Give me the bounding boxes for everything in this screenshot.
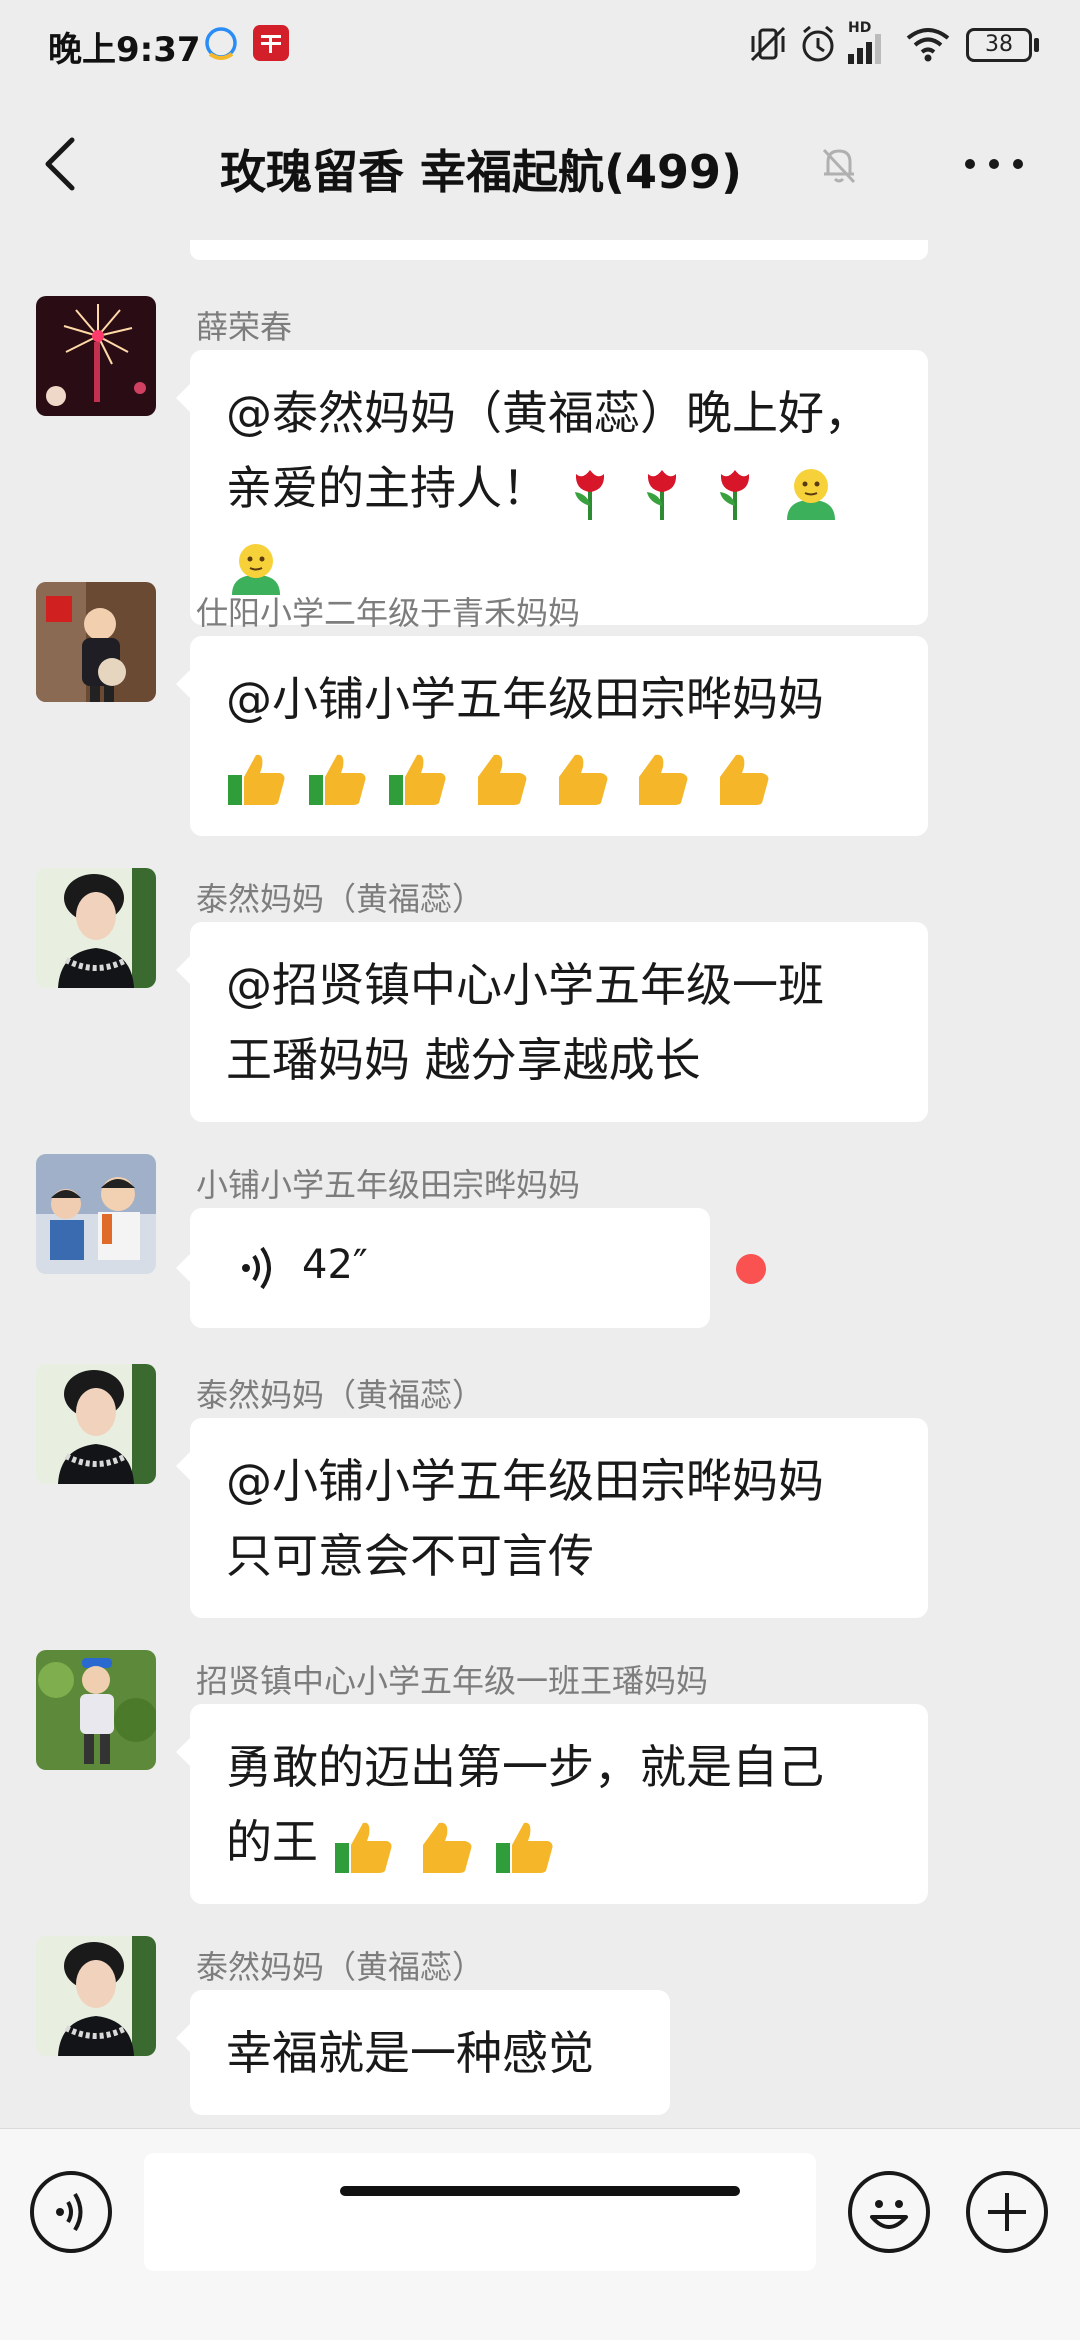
home-indicator <box>340 2186 740 2196</box>
sender-name: 泰然妈妈（黄福蕊） <box>196 1948 485 1986</box>
woman-avatar-image <box>36 868 156 988</box>
mute-bell-icon <box>822 148 856 184</box>
avatar[interactable] <box>36 868 156 988</box>
voice-input-button[interactable] <box>30 2171 112 2253</box>
emoji-line <box>226 737 892 812</box>
emoji-button[interactable] <box>848 2171 930 2253</box>
message-text-line: 亲爱的主持人！ <box>226 451 892 601</box>
signal-icon <box>848 34 881 64</box>
thumbs-up-icon <box>719 754 769 805</box>
battery-level: 38 <box>985 32 1013 57</box>
thumbs-up-icon <box>228 754 285 805</box>
sender-name: 泰然妈妈（黄福蕊） <box>196 1376 485 1414</box>
qq-notification-icon <box>205 27 237 60</box>
unread-voice-dot <box>736 1254 766 1284</box>
voice-input-icon <box>56 2192 83 2232</box>
voice-wave-icon <box>242 1246 271 1290</box>
chat-message-list[interactable]: 薛荣春 @泰然妈妈（黄福蕊）晚上好， 亲爱的主持人！ 仕阳小学二年级于青禾妈妈 … <box>0 240 1080 2128</box>
input-bar <box>0 2128 1080 2340</box>
sender-name: 招贤镇中心小学五年级一班王璠妈妈 <box>196 1662 709 1700</box>
voice-message-bubble[interactable]: 42″ <box>176 1208 710 1328</box>
avatar[interactable] <box>36 296 156 416</box>
battery-tip <box>1034 38 1039 52</box>
woman-avatar-image <box>36 1936 156 2056</box>
message-text-line: @招贤镇中心小学五年级一班 <box>226 958 824 1012</box>
status-bar: 晚上9:37 HD 38 <box>0 0 1080 90</box>
message-bubble[interactable]: @小铺小学五年级田宗晔妈妈 <box>176 636 928 836</box>
sender-name: 薛荣春 <box>196 308 293 346</box>
message-text-line: @泰然妈妈（黄福蕊）晚上好， <box>226 386 870 440</box>
status-time: 晚上9:37 <box>48 30 201 70</box>
app-notification-icon <box>253 25 289 61</box>
boys-avatar-image <box>36 1154 156 1274</box>
plus-icon <box>988 2193 1026 2231</box>
message-bubble[interactable]: @小铺小学五年级田宗晔妈妈 只可意会不可言传 <box>176 1418 928 1618</box>
message-bubble[interactable]: 勇敢的迈出第一步，就是自己 的王 <box>176 1704 928 1904</box>
more-icon[interactable] <box>962 144 1026 184</box>
message-bubble[interactable]: 幸福就是一种感觉 <box>176 1990 670 2115</box>
rose-icon <box>574 469 604 520</box>
rose-icon <box>719 469 749 520</box>
mute-vibrate-icon <box>750 26 786 62</box>
avatar[interactable] <box>36 1650 156 1770</box>
thumbs-up-icon <box>558 754 607 805</box>
message-input[interactable] <box>144 2153 816 2271</box>
sender-name: 小铺小学五年级田宗晔妈妈 <box>196 1166 581 1204</box>
message-bubble[interactable]: @招贤镇中心小学五年级一班 王璠妈妈 越分享越成长 <box>176 922 928 1122</box>
wifi-icon <box>906 28 950 62</box>
thumbs-up-icon <box>389 754 446 805</box>
message-text: 的王 <box>226 1815 318 1869</box>
more-features-button[interactable] <box>966 2171 1048 2253</box>
alarm-icon <box>802 25 834 62</box>
thumbs-up-icon <box>495 1822 553 1873</box>
message-text-line: 勇敢的迈出第一步，就是自己 <box>226 1740 824 1794</box>
rose-icon <box>647 469 677 520</box>
avatar[interactable] <box>36 1154 156 1274</box>
message-bubble[interactable]: @泰然妈妈（黄福蕊）晚上好， 亲爱的主持人！ <box>176 350 928 625</box>
battery-icon: 38 <box>966 28 1032 62</box>
child-garden-avatar-image <box>36 1650 156 1770</box>
thumbs-up-icon <box>334 1822 392 1873</box>
message-text-line: 只可意会不可言传 <box>226 1529 594 1583</box>
emoji-icon <box>870 2200 908 2229</box>
message-text-line: 王璠妈妈 越分享越成长 <box>226 1033 701 1087</box>
sender-name: 仕阳小学二年级于青禾妈妈 <box>196 594 581 632</box>
woman-avatar-image <box>36 1364 156 1484</box>
thumbs-up-icon <box>308 754 366 805</box>
avatar[interactable] <box>36 1936 156 2056</box>
chat-header: 玫瑰留香 幸福起航(499) <box>0 90 1080 240</box>
avatar[interactable] <box>36 1364 156 1484</box>
child-avatar-image <box>36 582 156 702</box>
thumbs-up-icon <box>639 754 688 805</box>
sender-name: 泰然妈妈（黄福蕊） <box>196 880 485 918</box>
voice-duration: 42″ <box>302 1242 368 1288</box>
message-text-line: 幸福就是一种感觉 <box>226 2026 594 2080</box>
avatar[interactable] <box>36 582 156 702</box>
message-text-line: @小铺小学五年级田宗晔妈妈 <box>226 1454 824 1508</box>
message-text-line: @小铺小学五年级田宗晔妈妈 <box>226 672 824 726</box>
thumbs-up-icon <box>423 1822 472 1873</box>
fireworks-avatar-image <box>36 296 156 416</box>
back-icon[interactable] <box>38 134 82 194</box>
previous-message-bubble[interactable] <box>190 240 928 260</box>
message-text: 亲爱的主持人！ <box>226 461 548 515</box>
chat-title[interactable]: 玫瑰留香 幸福起航(499) <box>220 136 742 202</box>
hug-icon <box>786 468 835 520</box>
message-text-line: 的王 <box>226 1805 892 1880</box>
thumbs-up-icon <box>477 754 527 805</box>
